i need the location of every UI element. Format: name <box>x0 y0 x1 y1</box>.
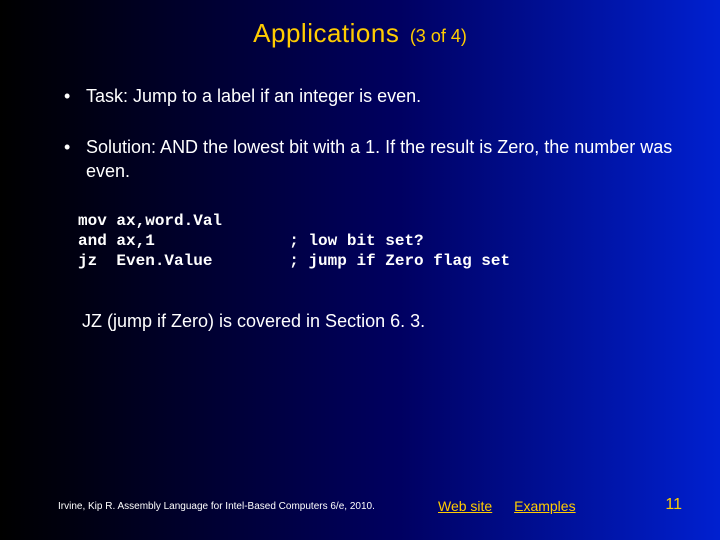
title-main: Applications <box>253 18 399 48</box>
bullet-item: Task: Jump to a label if an integer is e… <box>58 85 680 108</box>
examples-link[interactable]: Examples <box>514 498 575 514</box>
code-block: mov ax,word.Val and ax,1 ; low bit set? … <box>78 211 680 271</box>
website-link[interactable]: Web site <box>438 498 492 514</box>
bullet-item: Solution: AND the lowest bit with a 1. I… <box>58 136 680 183</box>
bullet-list: Task: Jump to a label if an integer is e… <box>58 85 680 183</box>
footer-credit: Irvine, Kip R. Assembly Language for Int… <box>58 501 375 512</box>
title-sub: (3 of 4) <box>410 26 467 46</box>
note-text: JZ (jump if Zero) is covered in Section … <box>82 311 680 332</box>
slide-body: Task: Jump to a label if an integer is e… <box>58 85 680 332</box>
slide-title: Applications (3 of 4) <box>0 18 720 49</box>
footer-links: Web site Examples <box>438 498 594 514</box>
page-number: 11 <box>665 496 682 514</box>
slide: Applications (3 of 4) Task: Jump to a la… <box>0 0 720 540</box>
